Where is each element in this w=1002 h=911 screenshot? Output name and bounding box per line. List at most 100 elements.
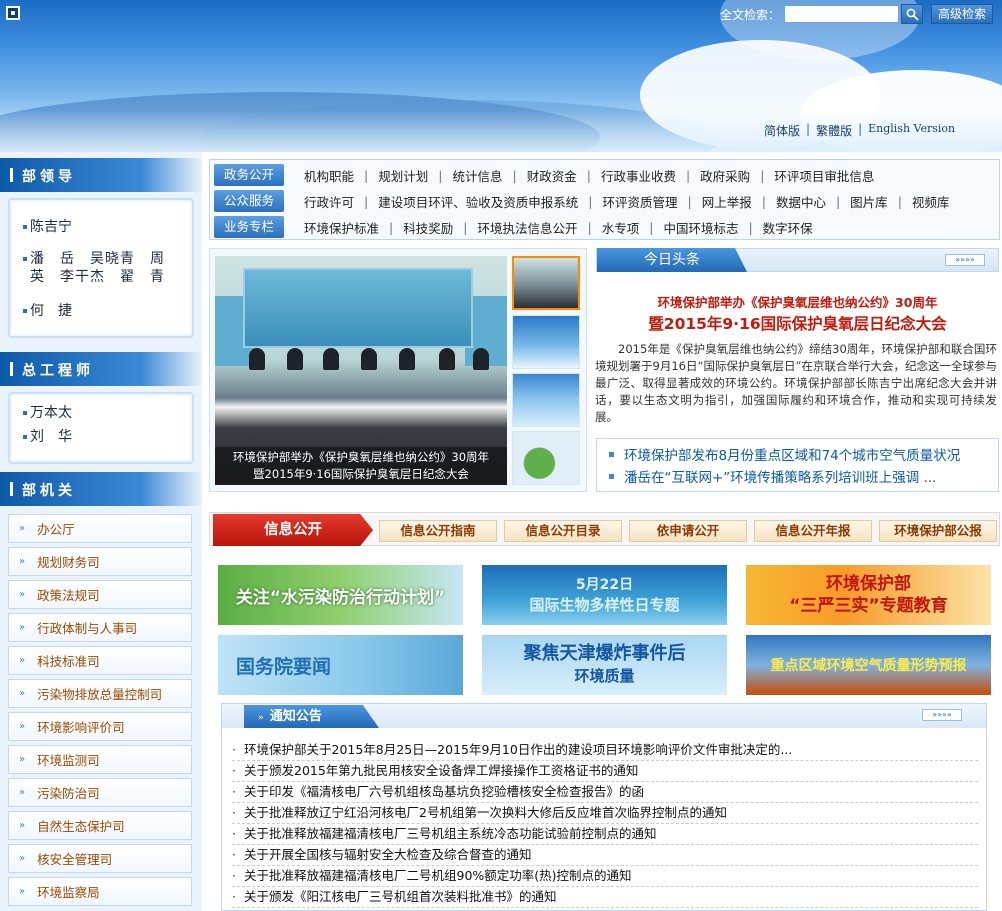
banner-text: 聚焦天津爆炸事件后 [523, 643, 686, 664]
notice-list: · 环境保护部关于2015年8月25日—2015年9月10日作出的建设项目环境影响… [232, 740, 978, 908]
search-button[interactable] [901, 4, 924, 24]
ministry-bulletin-button[interactable]: 环境保护部公报 [879, 520, 997, 542]
search-input[interactable] [784, 5, 900, 23]
chevron-right-icon: » [19, 754, 26, 765]
nav-item[interactable]: 政府采购 [700, 166, 750, 185]
nav-item[interactable]: 网上举报 [702, 192, 752, 211]
nav-item[interactable]: 环境保护标准 [304, 218, 379, 237]
nav-item[interactable]: 行政许可 [304, 192, 354, 211]
lang-divider: | [806, 122, 811, 136]
headline-title-line2[interactable]: 暨2015年9·16国际保护臭氧层日纪念大会 [595, 312, 1000, 334]
department-item[interactable]: » 污染防治司 [8, 778, 192, 807]
headline-title-line1[interactable]: 环境保护部举办《保护臭氧层维也纳公约》30周年 [595, 292, 1000, 311]
department-label: 科技标准司 [37, 654, 100, 669]
headline-tab: 今日头条 [597, 248, 747, 272]
nav-item[interactable]: 环境执法信息公开 [477, 218, 577, 237]
notice-item[interactable]: · 关于开展全国核与辐射安全大检查及综合督查的通知 [232, 845, 978, 866]
nav-item[interactable]: 机构职能 [304, 166, 354, 185]
lang-simplified-link[interactable]: 简体版 [764, 122, 800, 139]
notice-item[interactable]: · 关于批准释放辽宁红沿河核电厂2号机组第一次换料大修后反应堆首次临界控制点的通知 [232, 803, 978, 824]
info-annual-report-button[interactable]: 信息公开年报 [754, 520, 872, 542]
banner-text: 国际生物多样性日专题 [529, 596, 680, 614]
tianjin-explosion-banner[interactable]: 聚焦天津爆炸事件后 环境质量 [482, 635, 727, 695]
lang-divider: | [858, 122, 863, 136]
slide-thumbnail[interactable] [512, 315, 580, 369]
state-council-news-banner[interactable]: 国务院要闻 [218, 635, 463, 695]
banner-subtext: 环境质量 [574, 667, 635, 685]
department-item[interactable]: » 核安全管理司 [8, 844, 192, 873]
nav-tab-public-service[interactable]: 公众服务 [214, 190, 284, 212]
nav-tab-business[interactable]: 业务专栏 [214, 216, 284, 238]
advanced-search-button[interactable]: 高级检索 [931, 4, 994, 24]
chevron-right-icon: » [19, 787, 26, 798]
info-catalog-button[interactable]: 信息公开目录 [504, 520, 622, 542]
nav-item[interactable]: 财政资金 [527, 166, 577, 185]
department-item[interactable]: » 行政体制与人事司 [8, 613, 192, 642]
department-list: » 办公厅 » 规划财务司 » 政策法规司 » 行政体制与人事司 » 科技标准司 » 污染物… [8, 514, 192, 906]
nav-item[interactable]: 行政事业收费 [601, 166, 676, 185]
nav-tab-gov-affairs[interactable]: 政务公开 [214, 164, 284, 186]
today-headline-panel: 今日头条 »»»» 环境保护部举办《保护臭氧层维也纳公约》30周年 暨2015年… [595, 248, 1000, 492]
nav-item[interactable]: 环评资质管理 [602, 192, 677, 211]
slide-thumbnail[interactable] [512, 431, 580, 485]
department-item[interactable]: » 自然生态保护司 [8, 811, 192, 840]
department-item[interactable]: » 环境影响评价司 [8, 712, 192, 741]
nav-item[interactable]: 统计信息 [452, 166, 502, 185]
headline-more-button[interactable]: »»»» [945, 254, 985, 266]
nav-item[interactable]: 图片库 [850, 192, 888, 211]
leader-item[interactable]: 何 捷 [20, 302, 182, 320]
slide-thumbnail[interactable] [512, 373, 580, 427]
department-item[interactable]: » 污染物排放总量控制司 [8, 679, 192, 708]
headline-link[interactable]: 潘岳在“互联网+”环境传播策略系列培训班上强调 ... [597, 465, 998, 487]
notice-item-label: 关于开展全国核与辐射安全大检查及综合督查的通知 [244, 847, 532, 862]
notice-more-button[interactable]: »»»» [922, 709, 962, 721]
engineer-item[interactable]: 刘 华 [20, 428, 182, 446]
notice-item-label: 关于颁发2015年第九批民用核安全设备焊工焊接操作工资格证书的通知 [244, 763, 639, 778]
department-item[interactable]: » 政策法规司 [8, 580, 192, 609]
notice-item-label: 关于批准释放福建福清核电厂三号机组主系统冷态功能试验前控制点的通知 [244, 826, 657, 841]
department-label: 办公厅 [37, 522, 75, 537]
department-item[interactable]: » 环境监测司 [8, 745, 192, 774]
water-pollution-banner[interactable]: 关注“水污染防治行动计划” [218, 565, 463, 625]
leader-item[interactable]: 陈吉宁 [20, 218, 182, 236]
chevron-right-icon: » [258, 713, 264, 723]
three-strict-banner[interactable]: 环境保护部 “三严三实”专题教育 [746, 565, 991, 625]
notice-item[interactable]: · 关于颁发2015年第九批民用核安全设备焊工焊接操作工资格证书的通知 [232, 761, 978, 782]
nav-item[interactable]: 规划计划 [378, 166, 428, 185]
leader-item[interactable]: 潘 岳 吴晓青 周 英 李干杰 翟 青 [20, 250, 182, 286]
department-item[interactable]: » 科技标准司 [8, 646, 192, 675]
nav-item[interactable]: 视频库 [912, 192, 950, 211]
nav-item[interactable]: 科技奖励 [403, 218, 453, 237]
notice-panel: » 通知公告 »»»» · 环境保护部关于2015年8月25日—2015年9月10日… [221, 703, 987, 911]
air-quality-forecast-banner[interactable]: 重点区域环境空气质量形势预报 [746, 635, 991, 695]
info-disclosure-title[interactable]: 信息公开 [213, 514, 373, 546]
nav-item[interactable]: 数字环保 [763, 218, 813, 237]
headline-link[interactable]: 环境保护部发布8月份重点区域和74个城市空气质量状况 [597, 443, 998, 465]
logo-icon[interactable] [6, 6, 20, 20]
nav-item[interactable]: 建设项目环评、验收及资质申报系统 [378, 192, 578, 211]
notice-item[interactable]: · 关于批准释放福建福清核电厂二号机组90%额定功率(热)控制点的通知 [232, 866, 978, 887]
headline-links: 环境保护部发布8月份重点区域和74个城市空气质量状况 潘岳在“互联网+”环境传播… [596, 438, 999, 492]
chevron-right-icon: » [19, 820, 26, 831]
engineer-item[interactable]: 万本太 [20, 404, 182, 422]
slide-thumbnail[interactable] [512, 256, 580, 310]
main-nav: 政务公开 机构职能 | 规划计划 | 统计信息 | 财政资金 | 行政事业收费 | 政府采… [209, 159, 1000, 240]
department-item[interactable]: » 办公厅 [8, 514, 192, 543]
biodiversity-day-banner[interactable]: 5月22日 国际生物多样性日专题 [482, 565, 727, 625]
notice-item[interactable]: · 关于批准释放福建福清核电厂三号机组主系统冷态功能试验前控制点的通知 [232, 824, 978, 845]
notice-item[interactable]: · 关于印发《福清核电厂六号机组核岛基坑负挖验槽核安全检查报告》的函 [232, 782, 978, 803]
department-item[interactable]: » 规划财务司 [8, 547, 192, 576]
nav-item[interactable]: 中国环境标志 [663, 218, 738, 237]
notice-item[interactable]: · 环境保护部关于2015年8月25日—2015年9月10日作出的建设项目环境影响… [232, 740, 978, 761]
lang-traditional-link[interactable]: 繁體版 [816, 122, 852, 139]
nav-item[interactable]: 水专项 [602, 218, 640, 237]
department-item[interactable]: » 环境监察局 [8, 877, 192, 906]
info-guide-button[interactable]: 信息公开指南 [379, 520, 497, 542]
main-photo[interactable]: 环境保护部举办《保护臭氧层维也纳公约》30周年 暨2015年9·16国际保护臭氧… [215, 256, 507, 485]
lang-english-link[interactable]: English Version [868, 122, 955, 139]
nav-item[interactable]: 环评项目审批信息 [774, 166, 874, 185]
leaders-heading: 部领导 [0, 158, 202, 192]
nav-item[interactable]: 数据中心 [776, 192, 826, 211]
notice-item[interactable]: · 关于颁发《阳江核电厂三号机组首次装料批准书》的通知 [232, 887, 978, 908]
info-request-button[interactable]: 依申请公开 [629, 520, 747, 542]
